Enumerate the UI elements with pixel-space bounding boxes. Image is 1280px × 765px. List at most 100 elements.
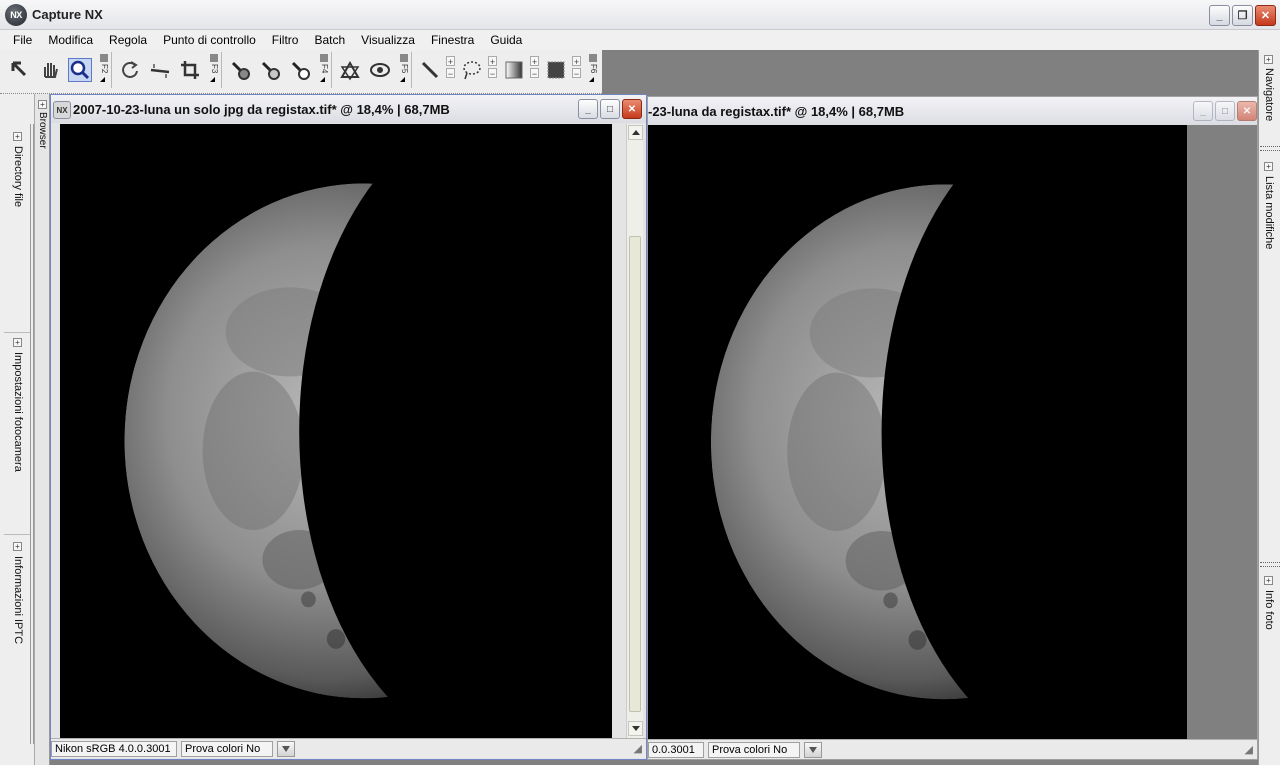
maximize-icon[interactable]: □ bbox=[600, 99, 620, 119]
lasso-size-controls[interactable]: + − bbox=[488, 56, 497, 80]
menu-filtro[interactable]: Filtro bbox=[264, 33, 307, 47]
neutral-point-dropper-icon[interactable] bbox=[258, 58, 282, 82]
softproof-dropdown-icon[interactable] bbox=[277, 740, 295, 757]
color-profile-field: Nikon sRGB 4.0.0.3001 bbox=[51, 740, 177, 757]
resize-grip-icon[interactable]: ◢ bbox=[634, 742, 642, 755]
softproof-field: Prova colori No bbox=[181, 740, 273, 757]
panel-navigatore[interactable]: Navigatore bbox=[1263, 68, 1275, 121]
close-icon[interactable]: ✕ bbox=[622, 99, 642, 119]
gradient-controls[interactable]: + − bbox=[530, 56, 539, 80]
window-controls: _ ❐ ✕ bbox=[1209, 5, 1276, 26]
black-point-dropper-icon[interactable] bbox=[228, 58, 252, 82]
image-left-statusbar: Nikon sRGB 4.0.0.3001 Prova colori No ◢ bbox=[51, 738, 646, 758]
toolbar-group-key: F4 bbox=[320, 54, 329, 83]
menu-guida[interactable]: Guida bbox=[482, 33, 530, 47]
f4-label: F4 bbox=[320, 64, 329, 74]
moon-image bbox=[710, 144, 1179, 739]
expand-edit-list-icon[interactable]: + bbox=[1264, 162, 1273, 171]
marquee-controls[interactable]: + − bbox=[572, 56, 581, 80]
minimize-icon[interactable]: _ bbox=[1209, 5, 1230, 26]
image-right-empty-area bbox=[1187, 125, 1257, 739]
image-window-left-title: 2007-10-23-luna un solo jpg da registax.… bbox=[73, 102, 450, 117]
softproof-dropdown-icon[interactable] bbox=[804, 741, 822, 758]
panel-directory-file[interactable]: Directory file bbox=[12, 146, 24, 207]
restore-icon[interactable]: ❐ bbox=[1232, 5, 1253, 26]
panel-lista-modifiche[interactable]: Lista modifiche bbox=[1263, 176, 1275, 249]
brush-icon[interactable] bbox=[418, 58, 442, 82]
close-icon[interactable]: ✕ bbox=[1255, 5, 1276, 26]
panel-impostazioni-fotocamera[interactable]: Impostazioni fotocamera bbox=[12, 352, 24, 472]
right-dock: + Navigatore + Lista modifiche + Info fo… bbox=[1258, 50, 1280, 765]
scroll-down-icon[interactable] bbox=[628, 721, 643, 736]
menu-punto-di-controllo[interactable]: Punto di controllo bbox=[155, 33, 264, 47]
image-window-left[interactable]: NX 2007-10-23-luna un solo jpg da regist… bbox=[50, 94, 647, 760]
minimize-icon[interactable]: _ bbox=[1193, 101, 1213, 121]
image-window-right[interactable]: -23-luna da registax.tif* @ 18,4% | 68,7… bbox=[647, 96, 1258, 760]
toolbar-empty-area bbox=[602, 50, 1258, 94]
expand-photo-info-icon[interactable]: + bbox=[1264, 576, 1273, 585]
gradient-icon[interactable] bbox=[502, 58, 526, 82]
menu-batch[interactable]: Batch bbox=[306, 33, 353, 47]
panel-browser[interactable]: Browser bbox=[37, 112, 48, 149]
crop-icon[interactable] bbox=[178, 58, 202, 82]
rotate-icon[interactable] bbox=[118, 58, 142, 82]
toolbar-group-navigation: F2 bbox=[4, 52, 112, 88]
toolbar-group-key: F3 bbox=[210, 54, 219, 83]
left-dock-panels: + Directory file + Impostazioni fotocame… bbox=[0, 94, 35, 765]
menu-visualizza[interactable]: Visualizza bbox=[353, 33, 423, 47]
panel-divider[interactable] bbox=[1260, 562, 1280, 567]
app-titlebar: NX Capture NX _ ❐ ✕ bbox=[0, 0, 1280, 30]
expand-directory-icon[interactable]: + bbox=[13, 132, 22, 141]
toolbar: F2 F3 F4 F5 + − + − + − + − F6 bbox=[0, 50, 602, 94]
scroll-thumb[interactable] bbox=[629, 236, 641, 712]
menu-finestra[interactable]: Finestra bbox=[423, 33, 482, 47]
white-point-dropper-icon[interactable] bbox=[288, 58, 312, 82]
image-left-vscrollbar[interactable] bbox=[626, 124, 643, 738]
expand-iptc-icon[interactable]: + bbox=[13, 542, 22, 551]
browser-strip: + Browser bbox=[35, 94, 50, 765]
maximize-icon[interactable]: □ bbox=[1215, 101, 1235, 121]
panel-info-foto[interactable]: Info foto bbox=[1263, 590, 1275, 630]
menu-file[interactable]: File bbox=[5, 33, 40, 47]
left-dock: + Directory file + Impostazioni fotocame… bbox=[0, 94, 50, 765]
panel-divider[interactable] bbox=[1260, 146, 1280, 151]
marquee-icon[interactable] bbox=[544, 58, 568, 82]
panel-divider bbox=[4, 534, 31, 535]
image-right-statusbar: 0.0.3001 Prova colori No ◢ bbox=[648, 739, 1257, 759]
zoom-icon[interactable] bbox=[68, 58, 92, 82]
menu-regola[interactable]: Regola bbox=[101, 33, 155, 47]
expand-browser-icon[interactable]: + bbox=[38, 100, 47, 109]
expand-camera-settings-icon[interactable]: + bbox=[13, 338, 22, 347]
f6-label: F6 bbox=[589, 64, 598, 74]
menu-bar: File Modifica Regola Punto di controllo … bbox=[0, 30, 1280, 50]
image-window-left-header: NX 2007-10-23-luna un solo jpg da regist… bbox=[51, 95, 646, 123]
arrow-icon[interactable] bbox=[8, 58, 32, 82]
image-canvas-right[interactable] bbox=[648, 125, 1187, 739]
image-window-right-title: -23-luna da registax.tif* @ 18,4% | 68,7… bbox=[648, 104, 905, 119]
image-window-left-controls: _ □ ✕ bbox=[578, 99, 642, 119]
hand-icon[interactable] bbox=[38, 58, 62, 82]
menu-modifica[interactable]: Modifica bbox=[40, 33, 101, 47]
scroll-up-icon[interactable] bbox=[628, 125, 643, 140]
left-dock-splitter[interactable] bbox=[30, 124, 34, 744]
image-window-right-header: -23-luna da registax.tif* @ 18,4% | 68,7… bbox=[648, 97, 1257, 125]
f3-label: F3 bbox=[210, 64, 219, 74]
toolbar-group-key: F6 bbox=[589, 54, 598, 83]
resize-grip-icon[interactable]: ◢ bbox=[1245, 743, 1253, 756]
color-profile-field: 0.0.3001 bbox=[648, 741, 704, 758]
brush-size-controls[interactable]: + − bbox=[446, 56, 455, 80]
eye-icon[interactable] bbox=[368, 58, 392, 82]
close-icon[interactable]: ✕ bbox=[1237, 101, 1257, 121]
straighten-icon[interactable] bbox=[148, 58, 172, 82]
panel-informazioni-iptc[interactable]: Informazioni IPTC bbox=[12, 556, 24, 644]
f5-label: F5 bbox=[400, 64, 409, 74]
minimize-icon[interactable]: _ bbox=[578, 99, 598, 119]
toolbar-group-droppers: F4 bbox=[224, 52, 332, 88]
image-canvas-left[interactable] bbox=[60, 124, 612, 738]
toolbar-group-key: F5 bbox=[400, 54, 409, 83]
red-eye-icon[interactable] bbox=[338, 58, 362, 82]
expand-navigator-icon[interactable]: + bbox=[1264, 55, 1273, 64]
lasso-icon[interactable] bbox=[460, 58, 484, 82]
app-logo-icon: NX bbox=[5, 4, 27, 26]
document-icon: NX bbox=[53, 101, 71, 119]
